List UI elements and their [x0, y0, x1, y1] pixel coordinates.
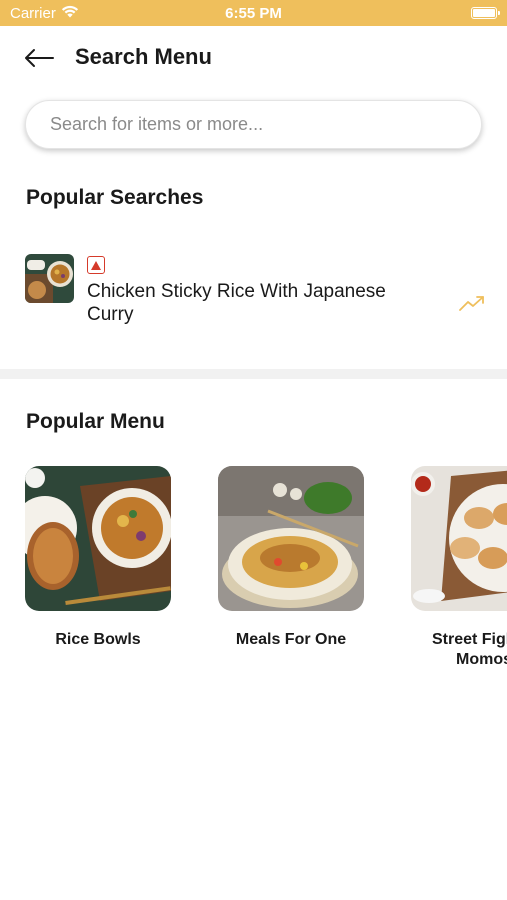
- menu-image-street-fighter-momos: [411, 466, 507, 611]
- header: Search Menu: [0, 26, 507, 94]
- status-left: Carrier: [10, 5, 79, 22]
- status-bar: Carrier 6:55 PM: [0, 0, 507, 26]
- menu-label: Rice Bowls: [55, 631, 141, 648]
- search-input[interactable]: [26, 101, 481, 148]
- page-title: Search Menu: [75, 44, 212, 69]
- popular-menu-title: Popular Menu: [26, 410, 165, 433]
- trending-up-icon: [459, 294, 485, 312]
- arrow-left-icon: [24, 48, 54, 73]
- menu-card-rice-bowls[interactable]: Rice Bowls: [25, 466, 171, 650]
- menu-image-meals-for-one: [218, 466, 364, 611]
- menu-card-meals-for-one[interactable]: Meals For One: [218, 466, 364, 650]
- back-button[interactable]: [24, 46, 58, 74]
- menu-card-street-fighter-momos[interactable]: Street Fighter Momos: [411, 466, 507, 670]
- popular-search-item-name: Chicken Sticky Rice With Japanese Curry: [87, 281, 386, 325]
- popular-menu-carousel[interactable]: Rice Bowls Meals For One Street Fig Momo…: [0, 466, 507, 676]
- popular-searches-title: Popular Searches: [26, 186, 204, 209]
- non-veg-icon: [87, 256, 105, 274]
- section-divider: [0, 369, 507, 379]
- menu-label: Meals For One: [235, 631, 347, 648]
- popular-search-item[interactable]: Chicken Sticky Rice With Japanese Curry: [25, 254, 485, 330]
- popular-search-thumbnail: [25, 254, 74, 303]
- menu-label: Street Fighter Momos: [431, 631, 507, 668]
- search-bar: [25, 100, 482, 149]
- menu-image-rice-bowls: [25, 466, 171, 611]
- carrier-label: Carrier: [10, 4, 56, 22]
- wifi-icon: [61, 5, 79, 22]
- battery-icon: [471, 7, 500, 19]
